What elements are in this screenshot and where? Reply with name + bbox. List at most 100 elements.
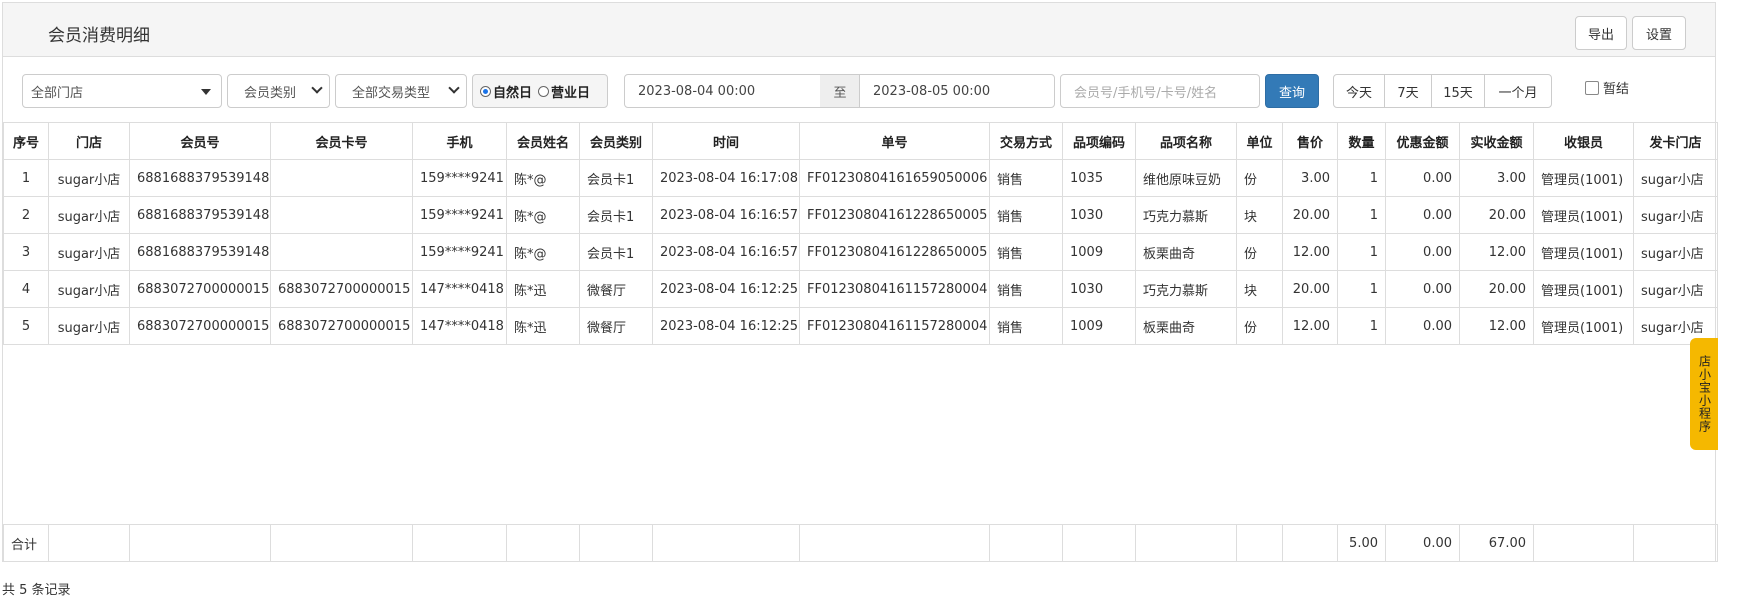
table-cell: 3.00 (1459, 159, 1534, 197)
table-cell: FF01230804161157280004 (799, 270, 990, 308)
table-cell (270, 233, 413, 271)
table-cell: 销售 (989, 307, 1063, 345)
table-row[interactable]: 4 sugar小店 6883072700000015 6883072700000015… (3, 270, 1718, 308)
table-cell: 1 (3, 159, 49, 197)
table-cell (270, 196, 413, 234)
radio-unchecked-icon[interactable] (538, 85, 550, 97)
mini-program-tab[interactable]: 店小宝小程序 (1690, 338, 1718, 450)
table-cell: FF01230804161157280004 (799, 307, 990, 345)
suspend-checkbox[interactable]: 暂结 (1585, 78, 1629, 97)
total-cell (412, 524, 507, 562)
total-cell (799, 524, 990, 562)
member-search-input[interactable]: 会员号/手机号/卡号/姓名 (1060, 74, 1260, 108)
table-cell: 会员卡1 (579, 196, 653, 234)
column-header: 品项编码 (1062, 122, 1136, 160)
table-cell: 1 (1337, 233, 1386, 271)
table-cell: 块 (1236, 196, 1283, 234)
table-cell: 1035 (1062, 159, 1136, 197)
table-cell: 陈*迅 (506, 270, 580, 308)
table-cell: 板栗曲奇 (1135, 233, 1237, 271)
table-cell: 12.00 (1459, 307, 1534, 345)
total-quantity: 5.00 (1337, 524, 1386, 562)
today-button[interactable]: 今天 (1333, 74, 1385, 108)
table-cell: 份 (1236, 159, 1283, 197)
column-header: 会员卡号 (270, 122, 413, 160)
table-cell: 1030 (1062, 196, 1136, 234)
column-header: 数量 (1337, 122, 1386, 160)
settings-button[interactable]: 设置 (1632, 16, 1686, 50)
table-cell: 6883072700000015 (129, 270, 271, 308)
table-header-row: 序号 门店 会员号 会员卡号 手机 会员姓名 会员类别 时间 单号 交易方式 品项编码 品项名称 单位售… (3, 122, 1718, 160)
start-date-input[interactable]: 2023-08-04 00:00 (624, 74, 821, 108)
table-cell: FF01230804161228650005 (799, 233, 990, 271)
table-cell: 份 (1236, 233, 1283, 271)
table-row[interactable]: 1 sugar小店 6881688379539148 159****9241 陈*@ 会员… (3, 159, 1718, 197)
business-day-option[interactable]: 营业日 (538, 82, 590, 101)
column-header: 收银员 (1533, 122, 1634, 160)
checkbox-icon[interactable] (1585, 80, 1599, 95)
table-cell: 0.00 (1385, 307, 1460, 345)
end-date-input[interactable]: 2023-08-05 00:00 (859, 74, 1055, 108)
table-cell: 微餐厅 (579, 307, 653, 345)
total-cell (48, 524, 130, 562)
store-select[interactable]: 全部门店 (22, 74, 222, 108)
table-cell: 20.00 (1282, 196, 1338, 234)
filter-toolbar: 全部门店 会员类别 全部交易类型 自然日 营业日 2023-08-04 00:0… (3, 58, 1715, 122)
column-header: 会员类别 (579, 122, 653, 160)
day-type-radio-group: 自然日 营业日 (472, 74, 608, 108)
table-cell: 陈*@ (506, 159, 580, 197)
table-cell: 管理员(1001) (1533, 270, 1634, 308)
total-cell (652, 524, 800, 562)
table-cell: 维他原味豆奶 (1135, 159, 1237, 197)
table-cell: 159****9241 (412, 196, 507, 234)
table-cell: 3 (3, 233, 49, 271)
15-days-button[interactable]: 15天 (1431, 74, 1485, 108)
table-cell: 2 (3, 196, 49, 234)
table-cell: 1 (1337, 270, 1386, 308)
7-days-button[interactable]: 7天 (1384, 74, 1432, 108)
query-button[interactable]: 查询 (1265, 74, 1319, 108)
table-cell: 1 (1337, 196, 1386, 234)
table-cell: 会员卡1 (579, 159, 653, 197)
table-cell: 6883072700000015 (270, 307, 413, 345)
table-cell: 1 (1337, 159, 1386, 197)
trade-type-select[interactable]: 全部交易类型 (335, 74, 467, 108)
column-header: 会员姓名 (506, 122, 580, 160)
table-row[interactable]: 5 sugar小店 6883072700000015 6883072700000015… (3, 307, 1718, 345)
table-row[interactable]: 2 sugar小店 6881688379539148 159****9241 陈*@ 会员… (3, 196, 1718, 234)
table-cell: 销售 (989, 233, 1063, 271)
table-cell: 0.00 (1385, 270, 1460, 308)
total-cell (1135, 524, 1237, 562)
main-panel: 会员消费明细 导出 设置 全部门店 会员类别 全部交易类型 自然日 营业日 20… (2, 2, 1718, 562)
page-title: 会员消费明细 (48, 26, 150, 46)
table-cell: 3.00 (1282, 159, 1338, 197)
radio-checked-icon[interactable] (480, 85, 491, 97)
empty-area (3, 344, 1718, 525)
table-cell: FF01230804161228650005 (799, 196, 990, 234)
table-cell: 12.00 (1282, 233, 1338, 271)
table-cell: 159****9241 (412, 159, 507, 197)
table-row[interactable]: 3 sugar小店 6881688379539148 159****9241 陈*@ 会员… (3, 233, 1718, 271)
column-header: 门店 (48, 122, 130, 160)
table-cell: 2023-08-04 16:12:25 (652, 270, 800, 308)
table-cell: 6881688379539148 (129, 196, 271, 234)
table-cell: 陈*@ (506, 196, 580, 234)
natural-day-option[interactable]: 自然日 (480, 82, 532, 101)
member-type-select[interactable]: 会员类别 (227, 74, 330, 108)
table-cell: FF01230804161659050006 (799, 159, 990, 197)
table-cell: 销售 (989, 196, 1063, 234)
total-cell (129, 524, 271, 562)
total-cell (506, 524, 580, 562)
export-button[interactable]: 导出 (1575, 16, 1627, 50)
caret-down-icon (201, 89, 211, 95)
column-header: 实收金额 (1459, 122, 1534, 160)
table-cell: sugar小店 (1633, 233, 1718, 271)
table-cell: 0.00 (1385, 233, 1460, 271)
end-date-value: 2023-08-05 00:00 (873, 83, 991, 99)
date-range-separator: 至 (820, 74, 860, 108)
empty-cell (3, 344, 1718, 525)
one-month-button[interactable]: 一个月 (1484, 74, 1552, 108)
table-cell: 159****9241 (412, 233, 507, 271)
column-header: 手机 (412, 122, 507, 160)
business-day-label: 营业日 (551, 85, 591, 101)
